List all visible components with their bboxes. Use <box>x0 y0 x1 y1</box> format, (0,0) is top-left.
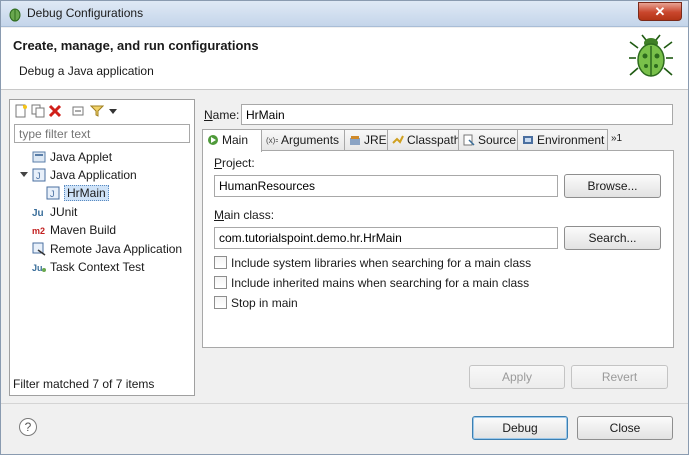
main-class-label: Main class: <box>214 208 275 222</box>
overflow-icon: »1 <box>611 133 623 144</box>
header-subtitle: Debug a Java application <box>19 64 154 78</box>
name-input[interactable] <box>241 104 673 125</box>
tree-item-label: Remote Java Application <box>50 242 183 256</box>
window-close-button[interactable]: ✕ <box>638 2 682 21</box>
stop-in-main-checkbox[interactable]: Stop in main <box>214 296 298 312</box>
header-title: Create, manage, and run configurations <box>13 38 259 53</box>
task-context-icon: Ju <box>32 263 46 273</box>
filter-icon[interactable] <box>90 104 104 118</box>
tree-item-label: Java Applet <box>50 150 113 164</box>
tree-item-remote-java-application[interactable]: Remote Java Application <box>32 240 182 258</box>
main-tab-icon <box>208 135 218 145</box>
name-label-rest: ame: <box>212 108 240 122</box>
duplicate-icon[interactable] <box>31 104 45 118</box>
apply-button[interactable]: Apply <box>469 365 565 389</box>
filter-input[interactable] <box>14 124 190 143</box>
dropdown-arrow-icon[interactable] <box>106 104 120 118</box>
tree-item-maven-build[interactable]: m2 Maven Build <box>32 221 116 239</box>
left-toolbar <box>12 102 192 120</box>
close-button[interactable]: Close <box>577 416 673 440</box>
revert-button[interactable]: Revert <box>571 365 668 389</box>
tree-item-hrmain[interactable]: J HrMain <box>46 184 109 202</box>
tab-classpath[interactable]: Classpath <box>387 129 460 151</box>
tab-arguments[interactable]: (x)= Arguments <box>261 129 345 151</box>
classpath-icon <box>392 135 404 144</box>
window-title: Debug Configurations <box>27 6 144 20</box>
jre-icon <box>350 136 360 145</box>
svg-text:Ju: Ju <box>32 208 44 219</box>
maven-icon: m2 <box>32 226 45 236</box>
name-label: Name: <box>204 108 240 122</box>
expander-icon[interactable] <box>20 172 28 177</box>
tree-item-label: JUnit <box>50 205 78 219</box>
svg-text:m2: m2 <box>32 226 45 236</box>
dialog-header: Create, manage, and run configurations D… <box>1 28 688 90</box>
junit-icon: Ju <box>32 208 44 219</box>
tree-item-java-applet[interactable]: Java Applet <box>32 148 112 166</box>
footer-divider <box>1 403 688 404</box>
tree-item-label: Java Application <box>50 168 137 182</box>
svg-text:Ju: Ju <box>32 263 43 273</box>
tab-environment[interactable]: Environment <box>517 129 608 151</box>
search-button[interactable]: Search... <box>564 226 661 250</box>
checkbox[interactable] <box>214 256 227 269</box>
debug-button[interactable]: Debug <box>472 416 568 440</box>
config-tabs: Main (x)= Arguments JRE Classpath Source … <box>202 129 674 152</box>
svg-text:J: J <box>36 171 41 181</box>
tab-overflow[interactable]: »1 <box>607 129 631 151</box>
eclipse-debug-icon <box>9 8 21 22</box>
tab-source[interactable]: Source <box>458 129 518 151</box>
environment-icon <box>523 136 533 144</box>
filter-status: Filter matched 7 of 7 items <box>13 377 155 391</box>
main-class-input[interactable] <box>214 227 558 249</box>
collapse-all-icon[interactable] <box>72 104 86 118</box>
arguments-icon: (x)= <box>266 136 278 145</box>
include-inherited-mains-checkbox[interactable]: Include inherited mains when searching f… <box>214 276 529 292</box>
launch-config-tree-pane: Java Applet J Java Application J HrMain Ju… <box>9 99 195 396</box>
include-system-libraries-checkbox[interactable]: Include system libraries when searching … <box>214 256 531 272</box>
tree-item-label: HrMain <box>64 185 109 201</box>
bug-icon <box>629 34 673 77</box>
debug-configurations-window: Debug Configurations ✕ Create, manage, a… <box>0 0 689 455</box>
svg-text:(x)=: (x)= <box>266 136 278 145</box>
project-input[interactable] <box>214 175 558 197</box>
tab-main[interactable]: Main <box>202 129 262 152</box>
svg-text:J: J <box>50 189 55 199</box>
title-bar[interactable]: Debug Configurations ✕ <box>1 1 688 27</box>
java-applet-icon <box>32 151 46 163</box>
browse-button[interactable]: Browse... <box>564 174 661 198</box>
checkbox[interactable] <box>214 276 227 289</box>
new-config-icon[interactable] <box>14 104 28 118</box>
tree-item-java-application[interactable]: J Java Application <box>32 166 137 184</box>
tree-item-label: Task Context Test <box>50 260 145 274</box>
checkbox[interactable] <box>214 296 227 309</box>
java-application-icon: J <box>32 168 46 182</box>
source-icon <box>463 134 475 146</box>
tab-jre[interactable]: JRE <box>344 129 388 151</box>
delete-icon[interactable] <box>48 104 62 118</box>
tree-item-label: Maven Build <box>50 223 117 237</box>
tree-item-task-context-test[interactable]: Ju Task Context Test <box>32 258 145 276</box>
tree-item-junit[interactable]: Ju JUnit <box>32 203 77 221</box>
project-label: Project: <box>214 156 255 170</box>
help-icon[interactable]: ? <box>19 418 37 436</box>
remote-java-icon <box>32 242 46 256</box>
java-application-icon: J <box>46 186 60 200</box>
